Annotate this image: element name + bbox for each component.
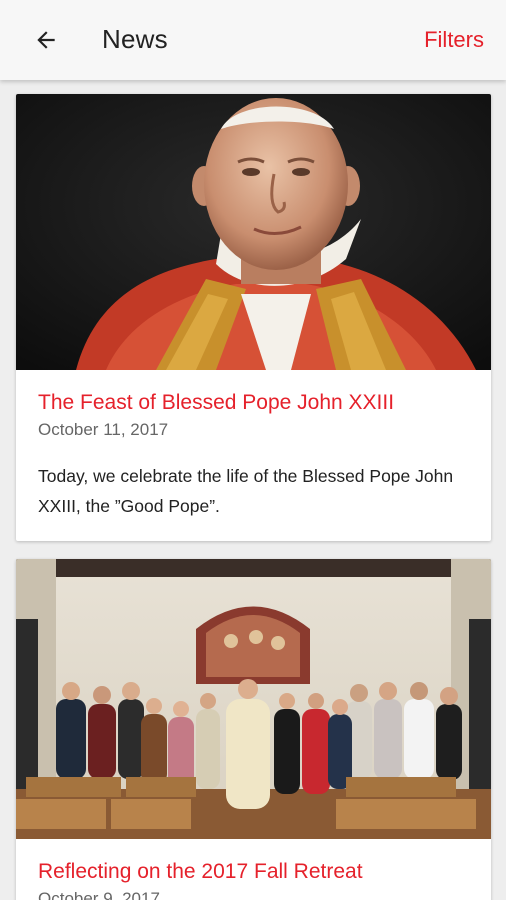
back-button[interactable] [24,18,68,62]
filters-button[interactable]: Filters [424,27,484,53]
arrow-left-icon [37,31,55,49]
article-date: October 11, 2017 [38,420,169,439]
article-title[interactable]: Reflecting on the 2017 Fall Retreat [38,859,469,885]
news-card[interactable]: The Feast of Blessed Pope John XXIII Oct… [16,94,491,541]
news-card[interactable]: Reflecting on the 2017 Fall Retreat Octo… [16,559,491,900]
article-photo-retreat-group [16,559,491,839]
app-bar: News Filters [0,0,506,80]
article-date: October 9, 2017 [38,889,160,900]
article-summary: Today, we celebrate the life of the Bles… [38,466,454,516]
page-title: News [102,24,168,54]
article-title[interactable]: The Feast of Blessed Pope John XXIII [38,390,469,416]
news-feed: The Feast of Blessed Pope John XXIII Oct… [0,80,506,900]
article-photo-pope [16,94,491,370]
